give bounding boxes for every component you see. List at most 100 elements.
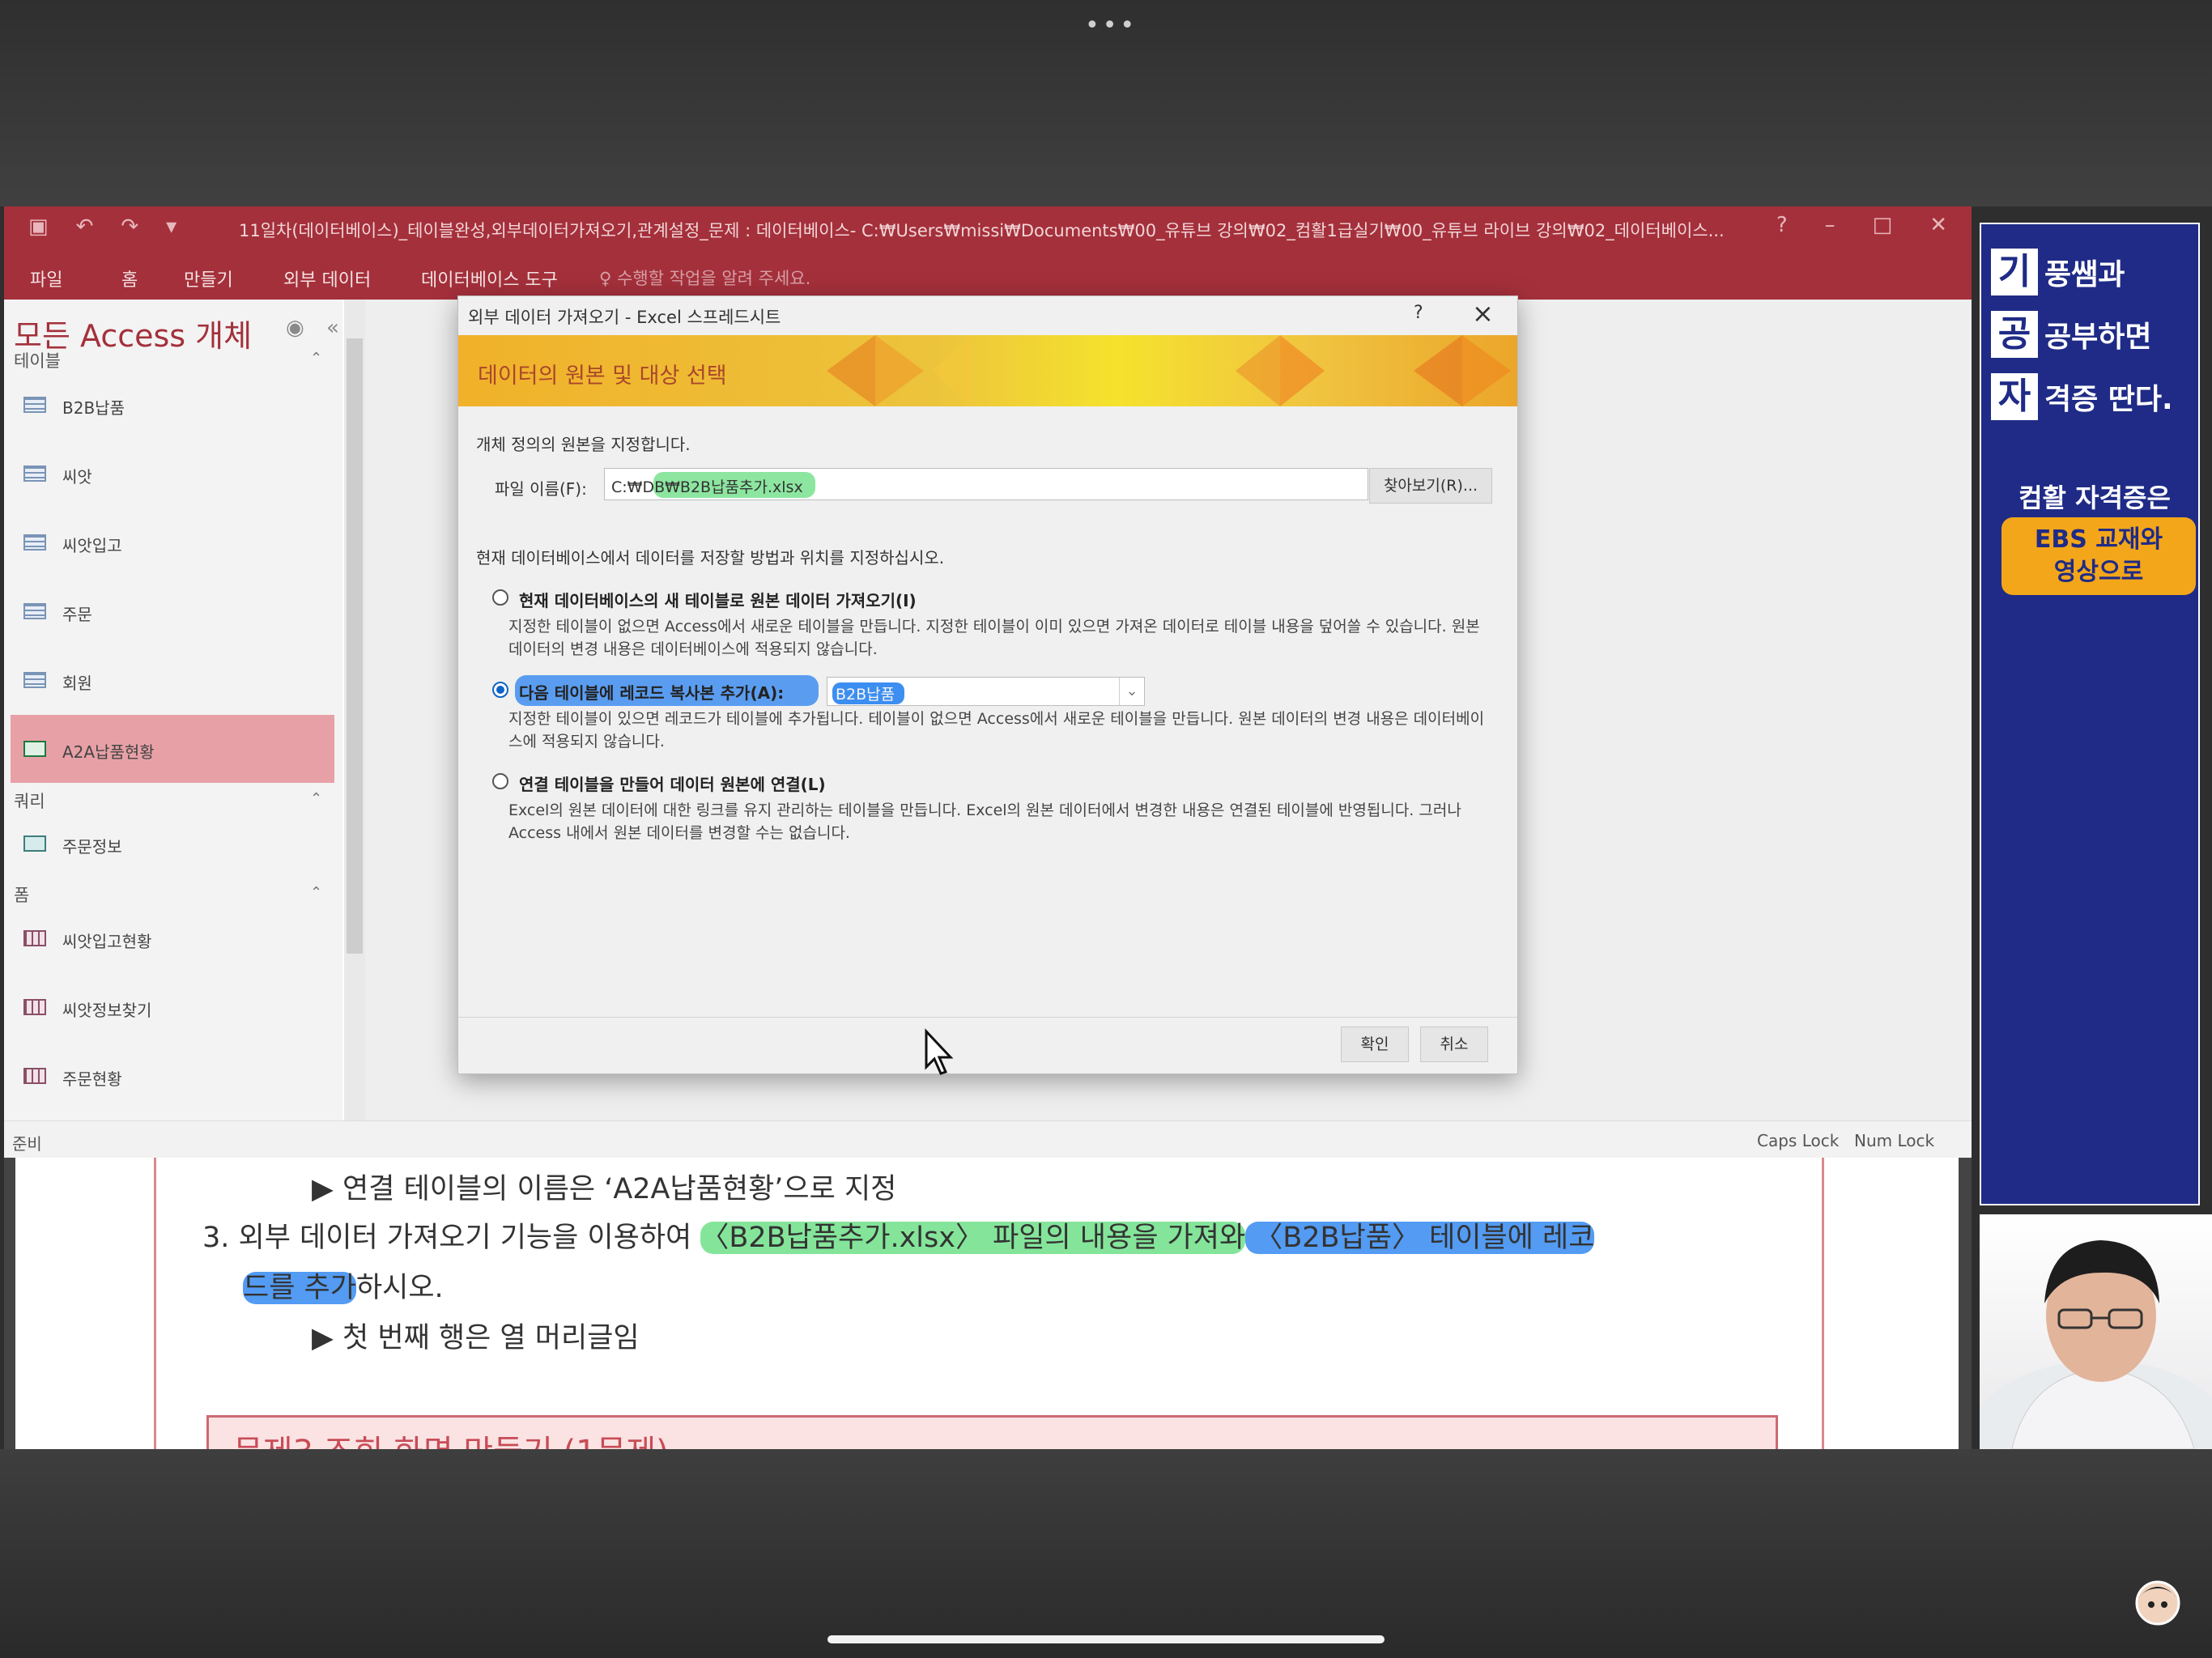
nav-section-tables[interactable]: 테이블 xyxy=(14,348,61,372)
nav-item-label: 주문현황 xyxy=(62,1069,122,1089)
nav-item-query[interactable]: 주문정보 xyxy=(11,810,334,878)
file-name-label: 파일 이름(F): xyxy=(495,479,587,499)
append-records-detail: 지정한 테이블이 있으면 레코드가 테이블에 추가됩니다. 테이블이 없으면 A… xyxy=(508,710,1485,750)
nav-item-form[interactable]: 주문현황 xyxy=(11,1042,334,1110)
promo-badge-line: 영상으로 xyxy=(2053,558,2144,586)
promo-row: 기 풍쌤과 xyxy=(1991,247,2125,297)
tab-database-tools[interactable]: 데이터베이스 도구 xyxy=(421,266,558,291)
form-icon xyxy=(23,930,46,946)
promo-subtitle: 컴활 자격증은 xyxy=(2018,483,2171,513)
undo-icon[interactable]: ↶ xyxy=(76,215,94,239)
file-name-value: C:₩DB₩B2B납품추가.xlsx xyxy=(611,478,803,496)
save-icon[interactable]: ▣ xyxy=(28,215,49,239)
nav-item-table[interactable]: 회원 xyxy=(11,646,334,714)
storage-method-description: 현재 데이터베이스에서 데이터를 저장할 방법과 위치를 지정하십시오. xyxy=(476,548,945,568)
nav-item-label: 씨앗입고현황 xyxy=(62,932,152,951)
dialog-banner: 데이터의 원본 및 대상 선택 xyxy=(458,335,1517,406)
tab-create[interactable]: 만들기 xyxy=(184,266,233,291)
nav-item-linked-excel-table[interactable]: A2A납품현황 xyxy=(11,715,334,783)
scrollbar-thumb[interactable] xyxy=(347,338,363,954)
lightbulb-icon: ♀ xyxy=(599,269,618,288)
nav-item-table[interactable]: 씨앗 xyxy=(11,440,334,508)
dialog-close-icon[interactable]: × xyxy=(1472,298,1494,329)
tab-file[interactable]: 파일 xyxy=(30,266,62,291)
tell-me-text: 수행할 작업을 알려 주세요. xyxy=(617,269,811,288)
highlight-green: 〈B2B납품추가.xlsx〉 파일의 내용을 가져와 xyxy=(700,1222,1246,1254)
nav-item-table[interactable]: 주문 xyxy=(11,577,334,645)
webcam-feed xyxy=(1980,1214,2212,1449)
promo-banner: 기 풍쌤과 공 공부하면 자 격증 딴다. 컴활 자격증은 EBS 교재와 영상으로 xyxy=(1980,223,2200,1205)
tab-home[interactable]: 홈 xyxy=(121,266,138,291)
nav-item-form[interactable]: 씨앗정보찾기 xyxy=(11,973,334,1041)
promo-text: 풍쌤과 xyxy=(2044,258,2125,291)
tell-me-box[interactable]: ♀ 수행할 작업을 알려 주세요. xyxy=(599,266,810,290)
presenter-image xyxy=(1980,1240,2212,1449)
shutter-bar-icon[interactable]: « xyxy=(326,316,339,340)
nav-item-form[interactable]: 씨앗입고현황 xyxy=(11,904,334,972)
quick-access-toolbar: ▣ ↶ ↷ ▾ xyxy=(28,215,177,239)
highlight-blue: 〈B2B납품〉 테이블에 레코 xyxy=(1245,1222,1595,1254)
highlight-blue: 드를 추가 xyxy=(243,1272,356,1304)
instruction-line: ▶ 첫 번째 행은 열 머리글임 xyxy=(312,1322,640,1354)
dialog-separator xyxy=(458,1017,1517,1018)
minimize-icon[interactable]: – xyxy=(1825,213,1836,237)
ribbon-tabs: 파일 홈 만들기 외부 데이터 데이터베이스 도구 ♀ 수행할 작업을 알려 주… xyxy=(4,251,1972,300)
append-table-select[interactable]: B2B납품 ⌄ xyxy=(827,677,1145,706)
navigation-pane: 모든 Access 개체 ◉ « 테이블 ⌃ B2B납품 씨앗 씨앗입고 주문 … xyxy=(4,300,342,1120)
cancel-button[interactable]: 취소 xyxy=(1420,1027,1488,1062)
nav-item-label: 씨앗정보찾기 xyxy=(62,1001,152,1020)
chevron-down-icon[interactable]: ⌄ xyxy=(1119,678,1144,705)
table-icon xyxy=(23,603,46,619)
link-table-label[interactable]: 연결 테이블을 만들어 데이터 원본에 연결(L) xyxy=(519,772,826,795)
tab-external-data[interactable]: 외부 데이터 xyxy=(283,266,371,291)
table-icon xyxy=(23,466,46,482)
collapse-icon[interactable]: ⌃ xyxy=(310,884,322,901)
nav-menu-icon[interactable]: ◉ xyxy=(286,316,304,340)
import-excel-dialog: 외부 데이터 가져오기 - Excel 스프레드시트 ? × 데이터의 원본 및… xyxy=(457,295,1518,1074)
form-icon xyxy=(23,999,46,1015)
nav-scrollbar[interactable] xyxy=(344,300,365,1120)
nav-section-forms[interactable]: 폼 xyxy=(14,882,29,907)
banner-decoration xyxy=(932,335,972,406)
file-name-input[interactable]: C:₩DB₩B2B납품추가.xlsx xyxy=(604,468,1368,500)
ok-button[interactable]: 확인 xyxy=(1341,1027,1409,1062)
exam-document: ▶ 연결 테이블의 이름은 ‘A2A납품현황’으로 지정 3. 외부 데이터 가… xyxy=(4,1158,1972,1449)
promo-initial: 공 xyxy=(1991,311,2038,358)
collapse-icon[interactable]: ⌃ xyxy=(310,350,322,367)
nav-item-label: A2A납품현황 xyxy=(62,742,155,762)
nav-item-label: 씨앗 xyxy=(62,467,92,487)
append-table-value: B2B납품 xyxy=(832,682,905,704)
table-icon xyxy=(23,672,46,688)
status-ready: 준비 xyxy=(12,1134,42,1154)
redo-icon[interactable]: ↷ xyxy=(121,215,138,239)
append-records-label[interactable]: 다음 테이블에 레코드 복사본 추가(A): xyxy=(519,680,784,704)
document-left-edge xyxy=(4,1158,15,1449)
maximize-icon[interactable]: □ xyxy=(1873,213,1893,237)
append-records-radio[interactable] xyxy=(492,682,508,698)
promo-text: 공부하면 xyxy=(2044,321,2152,354)
banner-decoration xyxy=(1280,335,1325,406)
tablet-bottom-area xyxy=(0,1449,2212,1658)
promo-row: 공 공부하면 xyxy=(1991,309,2151,359)
nav-item-label: 회원 xyxy=(62,674,92,693)
tablet-top-area: ••• xyxy=(0,0,2212,206)
home-indicator[interactable] xyxy=(827,1635,1385,1643)
link-table-radio[interactable] xyxy=(492,773,508,789)
help-icon[interactable]: ? xyxy=(1776,213,1788,237)
nav-item-table[interactable]: 씨앗입고 xyxy=(11,508,334,576)
promo-badge: EBS 교재와 영상으로 xyxy=(2001,517,2196,595)
collapse-icon[interactable]: ⌃ xyxy=(310,790,322,807)
nav-item-table[interactable]: B2B납품 xyxy=(11,371,334,439)
banner-decoration xyxy=(1236,335,1280,406)
browse-button[interactable]: 찾아보기(R)... xyxy=(1369,468,1492,504)
import-new-table-radio[interactable] xyxy=(492,589,508,606)
import-new-table-label[interactable]: 현재 데이터베이스의 새 테이블로 원본 데이터 가져오기(I) xyxy=(519,588,917,611)
customize-qat-icon[interactable]: ▾ xyxy=(166,215,177,239)
next-question-box: 문제3 조회 화면 만들기 (1문제) xyxy=(206,1415,1778,1449)
instruction-text: 3. 외부 데이터 가져오기 기능을 이용하여 xyxy=(202,1222,701,1254)
close-icon[interactable]: ✕ xyxy=(1929,213,1947,237)
query-icon xyxy=(23,835,46,852)
more-options-icon[interactable]: ••• xyxy=(1085,11,1138,40)
dialog-help-icon[interactable]: ? xyxy=(1414,303,1423,323)
document-right-edge xyxy=(1959,1158,1972,1449)
